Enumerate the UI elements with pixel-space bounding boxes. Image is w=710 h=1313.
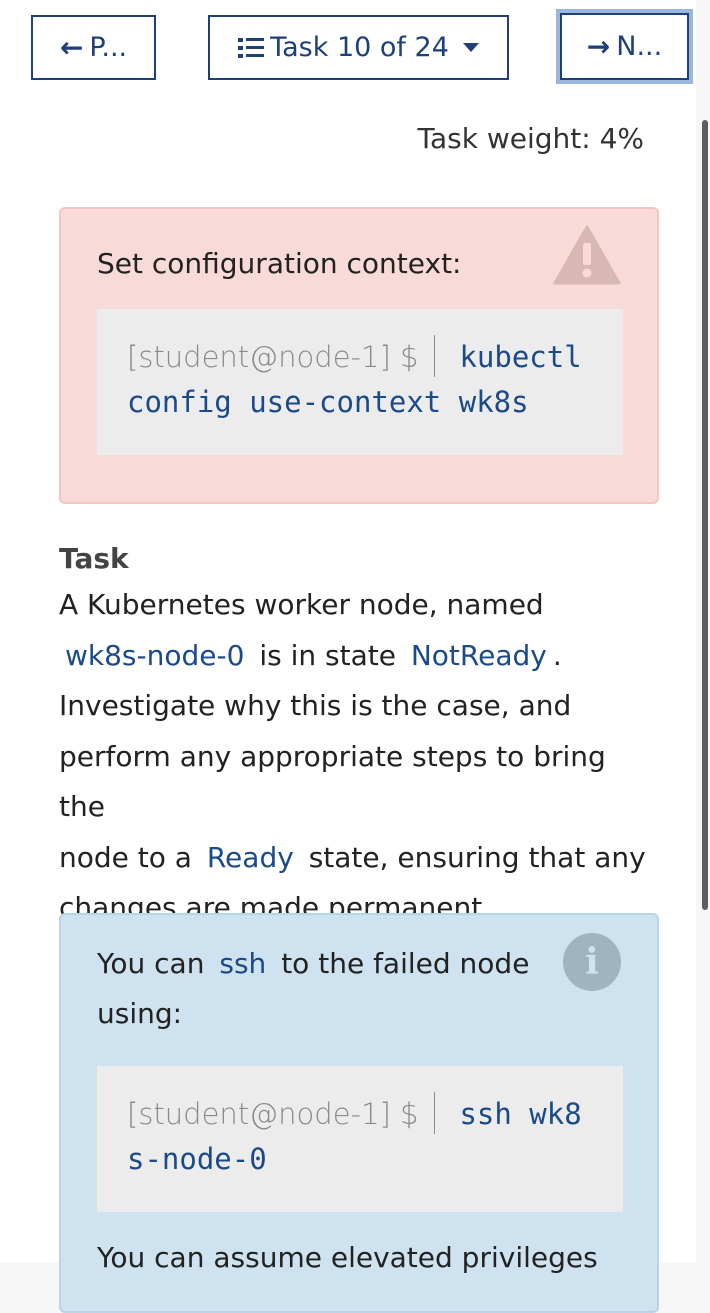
ssh-info-text: You can ssh to the failed node using:	[97, 939, 547, 1039]
warning-icon	[553, 225, 621, 285]
task-paragraph: A Kubernetes worker node, named wk8s-nod…	[59, 580, 659, 934]
task-selector-dropdown[interactable]: Task 10 of 24	[208, 15, 509, 80]
task-selector-label: Task 10 of 24	[270, 32, 449, 63]
shell-prompt: [student@node-1] $	[127, 1097, 419, 1131]
task-text: node to a	[59, 840, 192, 874]
task-page: ← P... Task 10 of 24 → N... Task weight:…	[0, 0, 696, 1313]
arrow-right-icon: →	[586, 30, 611, 63]
ssh-command-block[interactable]: [student@node-1] $ ssh wk8 s-node-0	[97, 1066, 623, 1212]
state-code: NotReady	[410, 638, 547, 672]
task-text: is in state	[259, 638, 396, 672]
arrow-left-icon: ←	[59, 31, 84, 64]
info-text: using:	[97, 997, 183, 1030]
task-text: Investigate why this is the case, and	[59, 689, 572, 722]
command-line-2: config use-context wk8s	[127, 385, 529, 419]
privileges-text: You can assume elevated privileges	[97, 1241, 598, 1274]
task-text: .	[552, 638, 562, 672]
task-text: state, ensuring that any	[308, 840, 646, 874]
previous-button-label: P...	[89, 32, 128, 63]
list-icon	[238, 37, 265, 59]
context-command-block[interactable]: [student@node-1] $ kubectl config use-con…	[97, 309, 623, 455]
scrollbar[interactable]	[702, 120, 708, 910]
prompt-separator	[434, 335, 436, 377]
prompt-separator	[434, 1092, 436, 1134]
task-weight: Task weight: 4%	[417, 122, 645, 155]
command-line-2: s-node-0	[127, 1142, 267, 1176]
next-button[interactable]: → N...	[560, 13, 689, 80]
info-text: to the failed node	[281, 947, 530, 980]
ssh-info-alert: You can ssh to the failed node using: i …	[59, 913, 659, 1313]
task-text: perform any appropriate steps to bring t…	[59, 739, 606, 824]
ready-code: Ready	[206, 840, 294, 874]
task-description: Task A Kubernetes worker node, named wk8…	[59, 538, 659, 934]
context-alert: Set configuration context: [student@node…	[59, 207, 659, 504]
task-heading: Task	[59, 542, 129, 575]
info-text: You can	[97, 947, 205, 980]
info-icon: i	[563, 933, 621, 991]
context-alert-text: Set configuration context:	[97, 247, 462, 280]
next-button-label: N...	[616, 31, 663, 62]
ssh-code: ssh	[219, 947, 267, 980]
task-text: A Kubernetes worker node, named	[59, 588, 544, 621]
node-name-code: wk8s-node-0	[65, 638, 245, 672]
previous-button[interactable]: ← P...	[31, 15, 156, 80]
caret-down-icon	[462, 43, 479, 52]
command-line-1: ssh wk8	[459, 1097, 582, 1131]
command-line-1: kubectl	[459, 340, 582, 374]
shell-prompt: [student@node-1] $	[127, 340, 419, 374]
